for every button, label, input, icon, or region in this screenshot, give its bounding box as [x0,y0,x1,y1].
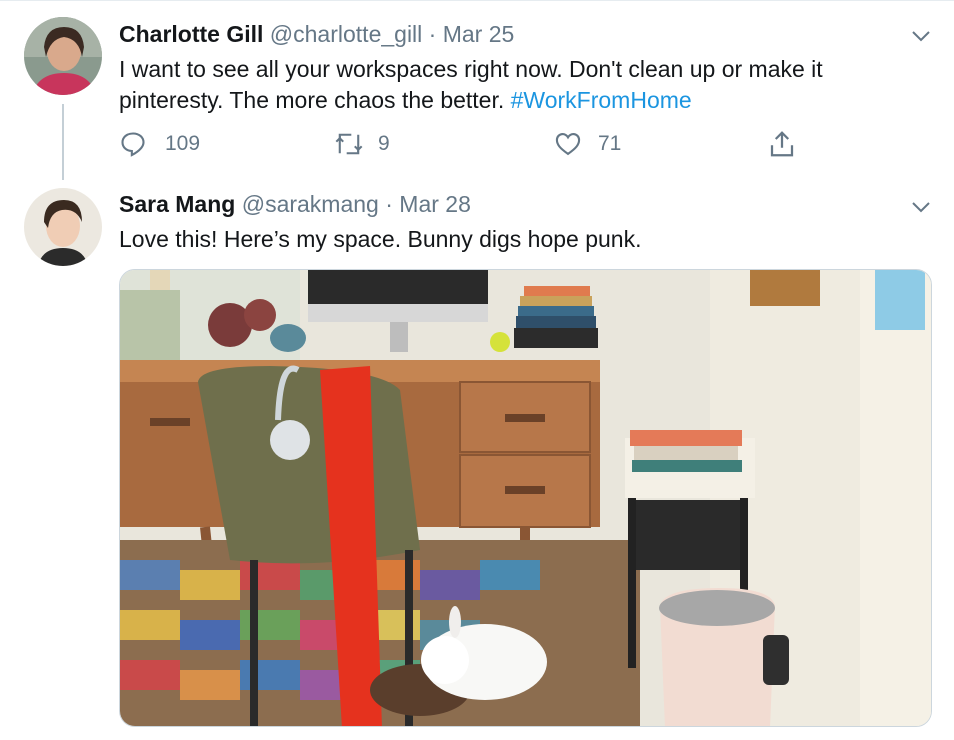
hashtag-link[interactable]: #WorkFromHome [511,87,692,113]
display-name[interactable]: Charlotte Gill [119,21,263,47]
retweet-button[interactable]: 9 [334,130,390,158]
avatar[interactable] [24,188,102,266]
reply-icon [119,130,147,158]
retweet-icon [334,130,364,158]
share-button[interactable] [767,129,797,159]
display-name[interactable]: Sara Mang [119,191,235,217]
user-handle[interactable]: @charlotte_gill [270,21,422,47]
chevron-down-icon[interactable] [909,24,933,48]
tweet-date[interactable]: Mar 28 [399,191,471,217]
avatar[interactable] [24,17,102,95]
tweet-date[interactable]: Mar 25 [443,21,515,47]
tweet-body: Love this! Here’s my space. Bunny digs h… [119,226,642,252]
top-divider [0,0,954,1]
user-handle[interactable]: @sarakmang [242,191,379,217]
tweet-text: I want to see all your workspaces right … [119,54,919,116]
reply-count: 109 [165,132,201,155]
tweet-text: Love this! Here’s my space. Bunny digs h… [119,224,919,255]
thread-connector [62,104,64,180]
tweet-header: Sara Mang @sarakmang · Mar 28 [119,190,471,218]
separator-dot: · [385,191,393,217]
reply-button[interactable]: 109 [119,130,200,158]
share-icon [767,129,797,159]
tweet-body: I want to see all your workspaces right … [119,56,823,113]
tweet-photo[interactable] [119,269,932,727]
like-button[interactable]: 71 [554,130,621,158]
like-icon [554,130,582,158]
tweet-header: Charlotte Gill @charlotte_gill · Mar 25 [119,20,514,48]
like-count: 71 [598,132,622,155]
chevron-down-icon[interactable] [909,195,933,219]
retweet-count: 9 [378,132,390,155]
separator-dot: · [428,21,437,47]
